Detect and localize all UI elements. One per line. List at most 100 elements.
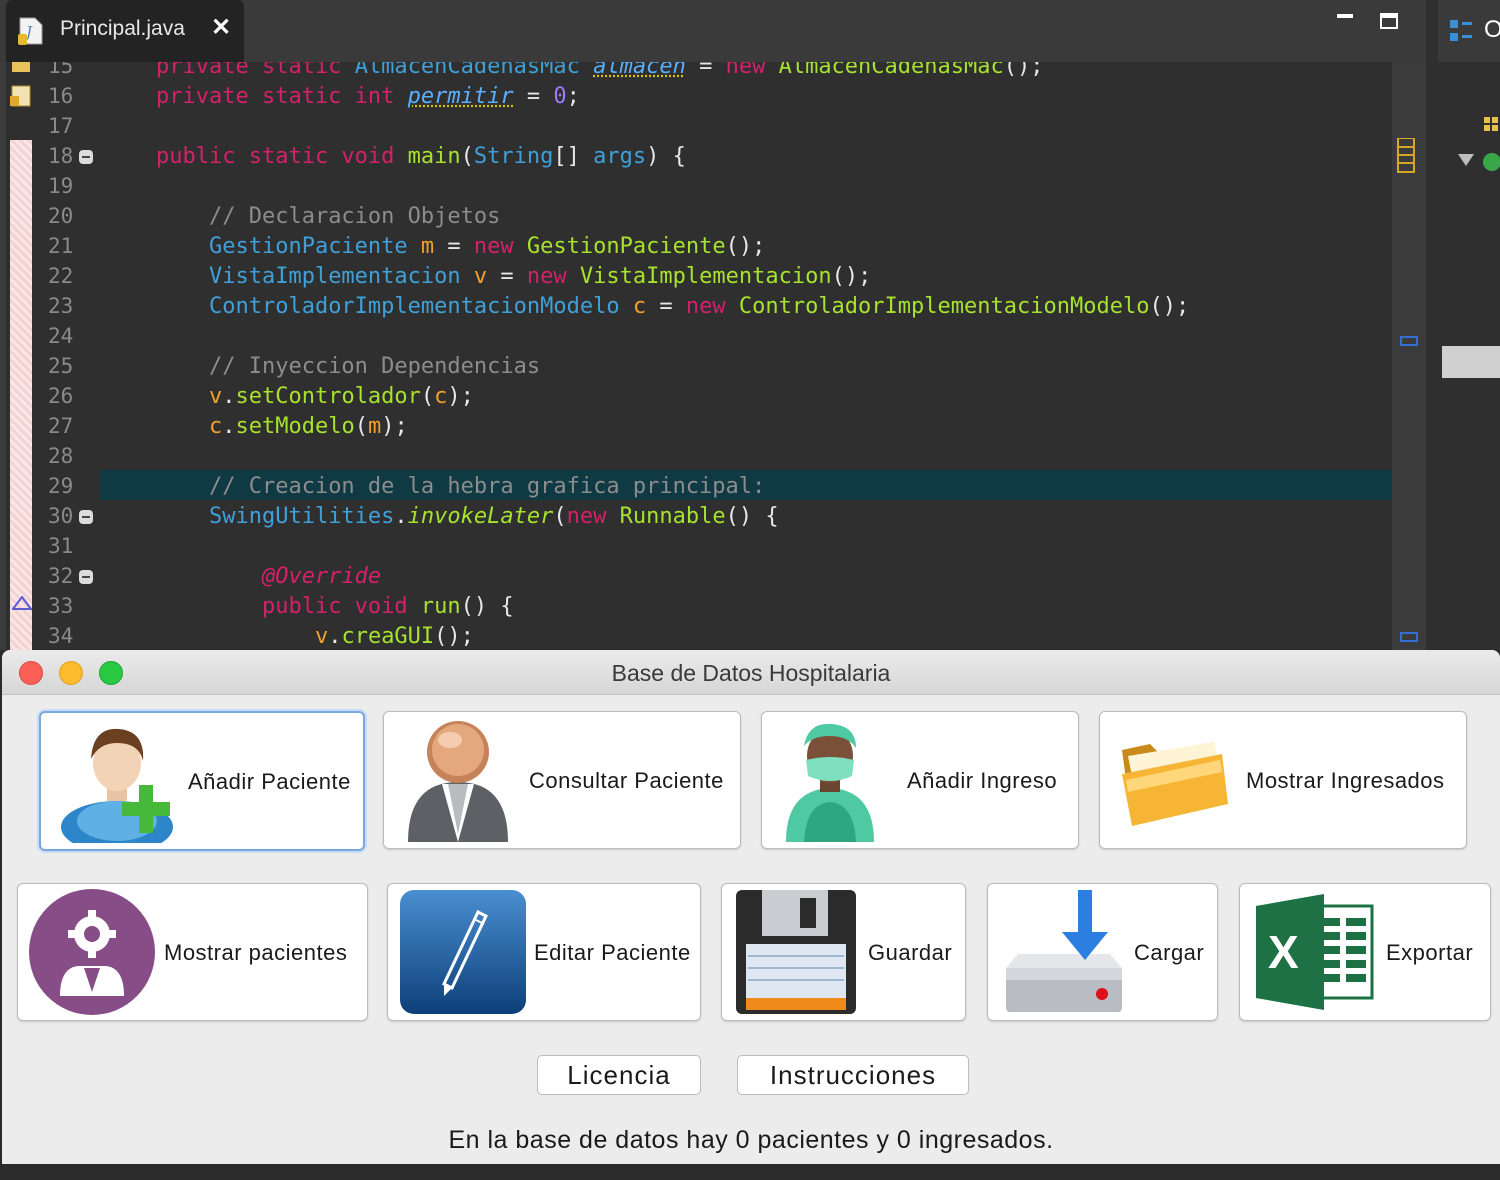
add-patient-button[interactable]: Añadir Paciente <box>39 711 365 851</box>
code-text: VistaImplementacion v = new VistaImpleme… <box>208 264 872 289</box>
outline-scrollbar[interactable] <box>1442 346 1500 378</box>
expand-class-icon[interactable] <box>1456 150 1500 174</box>
java-file-icon: J <box>18 17 43 45</box>
line-number: 20 <box>48 204 74 228</box>
window-bottom-edge <box>2 1164 1500 1180</box>
outline-tab-label: O <box>1484 16 1500 43</box>
code-line[interactable]: 19 <box>6 170 1426 200</box>
editor-tab-principal[interactable]: J Principal.java ✕ <box>6 0 244 62</box>
line-number: 15 <box>48 62 74 78</box>
line-number: 23 <box>48 294 74 318</box>
code-text: v.setControlador(c); <box>208 384 474 409</box>
code-line[interactable]: 34 v.creaGUI(); <box>6 620 1426 650</box>
override-triangle-icon <box>12 596 32 610</box>
line-number: 24 <box>48 324 74 348</box>
task-marker[interactable] <box>1400 336 1418 346</box>
line-number: 22 <box>48 264 74 288</box>
code-line[interactable]: 31 <box>6 530 1426 560</box>
line-number: 29 <box>48 474 74 498</box>
fold-collapse-icon[interactable] <box>79 510 93 524</box>
export-button[interactable]: X Exportar <box>1239 883 1491 1021</box>
code-line[interactable]: 21 GestionPaciente m = new GestionPacien… <box>6 230 1426 260</box>
code-text: // Creacion de la hebra grafica principa… <box>208 474 766 499</box>
code-line[interactable]: 16 private static int permitir = 0; <box>6 80 1426 110</box>
add-patient-label: Añadir Paciente <box>188 769 351 794</box>
show-patients-button[interactable]: Mostrar pacientes <box>17 883 368 1021</box>
editor-tab-bar: J Principal.java ✕ <box>0 0 1426 62</box>
instructions-button[interactable]: Instrucciones <box>737 1055 969 1095</box>
add-admission-label: Añadir Ingreso <box>907 768 1058 793</box>
line-number: 17 <box>48 114 74 138</box>
package-icon <box>1484 117 1498 131</box>
line-number: 25 <box>48 354 74 378</box>
window-titlebar[interactable]: Base de Datos Hospitalaria <box>2 650 1500 695</box>
edit-pencil-icon <box>400 890 526 1014</box>
line-number: 16 <box>48 84 74 108</box>
maximize-icon[interactable] <box>1380 13 1398 29</box>
code-line[interactable]: 22 VistaImplementacion v = new VistaImpl… <box>6 260 1426 290</box>
code-line[interactable]: 15 private static AlmacenCadenasMac almac… <box>6 62 1426 80</box>
code-line[interactable]: 33 public void run() { <box>6 590 1426 620</box>
code-line[interactable]: 30 SwingUtilities.invokeLater(new Runnab… <box>6 500 1426 530</box>
window-title: Base de Datos Hospitalaria <box>611 660 891 686</box>
code-text: SwingUtilities.invokeLater(new Runnable(… <box>208 504 779 529</box>
status-message: En la base de datos hay 0 pacientes y 0 … <box>448 1126 1054 1154</box>
line-number: 34 <box>48 624 74 648</box>
license-button[interactable]: Licencia <box>537 1055 701 1095</box>
add-patient-icon <box>61 728 173 843</box>
code-text: v.creaGUI(); <box>314 624 474 649</box>
code-text: // Inyeccion Dependencias <box>208 354 541 379</box>
show-admitted-button[interactable]: Mostrar Ingresados <box>1099 711 1467 849</box>
line-number: 30 <box>48 504 74 528</box>
consult-patient-button[interactable]: Consultar Paciente <box>383 711 741 849</box>
show-admitted-label: Mostrar Ingresados <box>1246 768 1445 793</box>
code-text: GestionPaciente m = new GestionPaciente(… <box>208 234 766 259</box>
consult-patient-icon <box>408 721 508 842</box>
code-line[interactable]: 20 // Declaracion Objetos <box>6 200 1426 230</box>
line-number: 27 <box>48 414 74 438</box>
load-label: Cargar <box>1134 940 1205 965</box>
warning-icon <box>12 62 30 72</box>
fold-collapse-icon[interactable] <box>79 570 93 584</box>
code-line[interactable]: 17 <box>6 110 1426 140</box>
outline-panel: O <box>1426 0 1500 650</box>
code-line[interactable]: 26 v.setControlador(c); <box>6 380 1426 410</box>
save-label: Guardar <box>868 940 953 965</box>
line-number: 21 <box>48 234 74 258</box>
warning-icon <box>10 85 31 107</box>
outline-tab[interactable]: O <box>1438 0 1500 62</box>
close-icon[interactable]: ✕ <box>211 13 231 42</box>
line-number: 18 <box>48 144 74 168</box>
hospital-database-window: Base de Datos Hospitalaria Añadir Pacien… <box>2 650 1500 1180</box>
edit-patient-label: Editar Paciente <box>534 940 691 965</box>
code-line[interactable]: 28 <box>6 440 1426 470</box>
code-line[interactable]: 24 <box>6 320 1426 350</box>
code-line[interactable]: 27 c.setModelo(m); <box>6 410 1426 440</box>
consult-patient-label: Consultar Paciente <box>529 768 724 793</box>
code-text: c.setModelo(m); <box>208 414 408 439</box>
save-button[interactable]: Guardar <box>721 883 966 1021</box>
fold-collapse-icon[interactable] <box>79 150 93 164</box>
code-text: private static int permitir = 0; <box>156 84 580 109</box>
surgeon-icon <box>786 723 874 842</box>
code-text: public void run() { <box>261 594 514 619</box>
add-admission-button[interactable]: Añadir Ingreso <box>761 711 1079 849</box>
excel-icon: X <box>1256 894 1374 1010</box>
code-line[interactable]: 32 @Override <box>6 560 1426 590</box>
code-editor[interactable]: 15 private static AlmacenCadenasMac almac… <box>6 62 1426 650</box>
code-line[interactable]: 29 // Creacion de la hebra grafica princ… <box>6 470 1426 500</box>
code-line[interactable]: 25 // Inyeccion Dependencias <box>6 350 1426 380</box>
line-number: 26 <box>48 384 74 408</box>
search-occurrence-marker[interactable] <box>1396 138 1416 174</box>
folder-icon <box>1122 742 1228 826</box>
task-marker[interactable] <box>1400 632 1418 642</box>
load-button[interactable]: Cargar <box>987 883 1218 1021</box>
minimize-icon[interactable] <box>1335 8 1355 28</box>
download-drive-icon <box>1006 890 1122 1012</box>
code-text: ControladorImplementacionModelo c = new … <box>208 294 1190 319</box>
overview-ruler[interactable] <box>1392 62 1426 650</box>
code-line[interactable]: 18 public static void main(String[] args)… <box>6 140 1426 170</box>
edit-patient-button[interactable]: Editar Paciente <box>387 883 701 1021</box>
code-line[interactable]: 23 ControladorImplementacionModelo c = n… <box>6 290 1426 320</box>
show-patients-label: Mostrar pacientes <box>164 940 348 965</box>
